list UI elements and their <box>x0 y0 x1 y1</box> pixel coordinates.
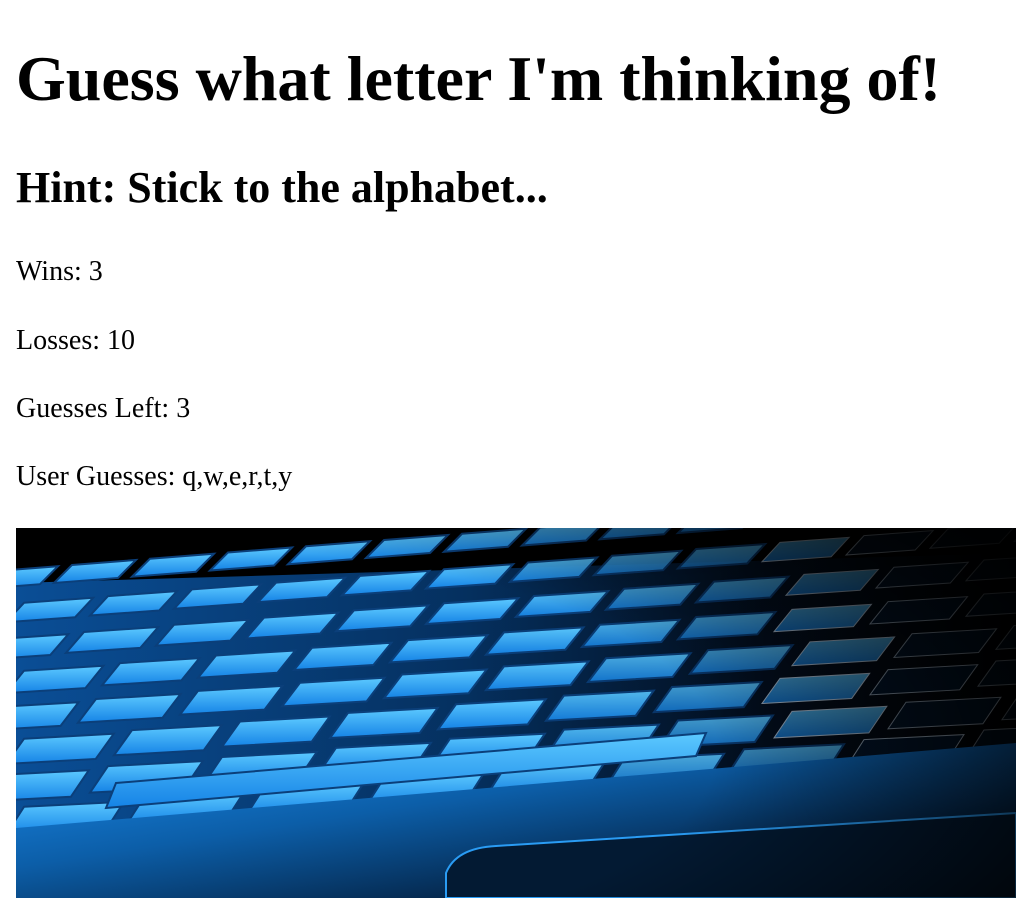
hint-heading: Hint: Stick to the alphabet... <box>16 163 548 212</box>
user-guesses-label: User Guesses: <box>16 461 176 492</box>
keyboard-photo <box>16 528 1016 898</box>
user-guesses-stat: User Guesses: q,w,e,r,t,y <box>16 461 292 493</box>
wins-value: 3 <box>88 256 103 287</box>
wins-stat: Wins: 3 <box>16 256 103 288</box>
keyboard-illustration <box>16 528 1016 898</box>
guesses-left-value: 3 <box>176 393 191 424</box>
user-guesses-value: q,w,e,r,t,y <box>182 461 293 492</box>
guesses-left-stat: Guesses Left: 3 <box>16 393 190 425</box>
wins-label: Wins: <box>16 256 82 287</box>
page-title: Guess what letter I'm thinking of! <box>16 43 942 114</box>
losses-value: 10 <box>107 325 135 356</box>
losses-label: Losses: <box>16 325 100 356</box>
guesses-left-label: Guesses Left: <box>16 393 170 424</box>
losses-stat: Losses: 10 <box>16 325 135 357</box>
